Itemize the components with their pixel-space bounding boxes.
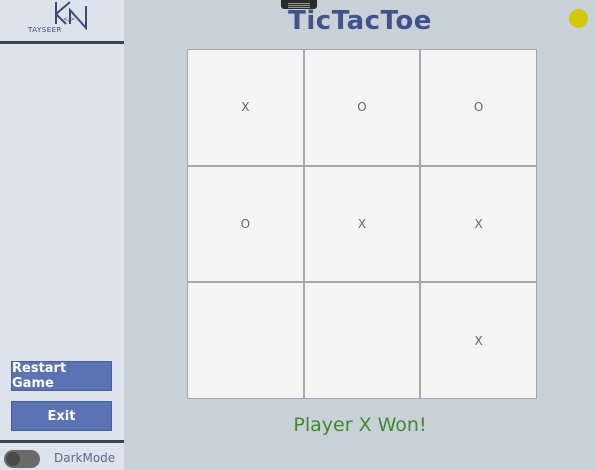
exit-button[interactable]: Exit [11,401,112,431]
game-board: X O O O X X X [187,49,537,399]
restart-game-button[interactable]: Restart Game [11,361,112,391]
darkmode-label: DarkMode [54,451,116,465]
board-cell[interactable]: O [188,166,303,282]
board-cell[interactable]: X [188,50,303,165]
board-cell[interactable]: O [304,50,420,165]
status-indicator [569,9,588,28]
board-cell[interactable]: O [421,50,536,165]
board-cell[interactable] [304,283,420,398]
board-cell[interactable] [188,283,303,398]
handle-line [288,3,310,4]
darkmode-toggle[interactable] [4,450,40,468]
sidebar-divider-top [0,41,124,44]
toggle-knob [6,452,20,466]
sidebar-divider-bottom [0,440,124,443]
sidebar: </> TAYSEER Restart Game Exit DarkMode [0,0,124,470]
board-cell[interactable]: X [421,283,536,398]
board-cell[interactable]: X [421,166,536,282]
board-cell[interactable]: X [304,166,420,282]
page-title: TicTacToe [288,6,432,36]
game-result-message: Player X Won! [293,414,427,436]
